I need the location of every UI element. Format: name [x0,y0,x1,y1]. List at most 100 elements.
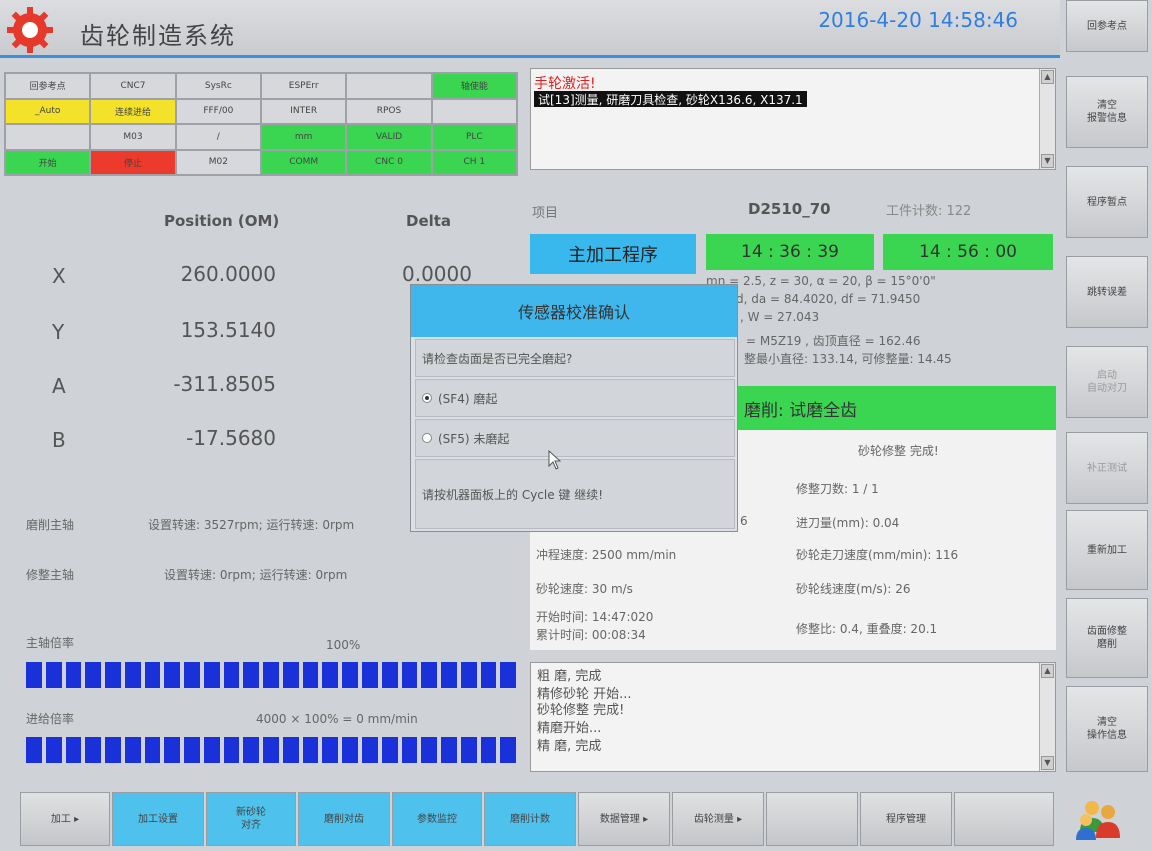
item-label: 项目 [532,206,559,221]
bar-segment [381,737,398,763]
bar-segment [243,737,260,763]
status-cell: VALID [347,125,431,149]
bar-segment [26,662,42,688]
bar-segment [362,662,378,688]
right-softkey-1[interactable]: 回参考点 [1066,0,1148,52]
bottom-softkey-2[interactable]: 加工设置 [112,792,204,846]
status-cell: COMM [262,150,346,174]
bottom-softkey-11[interactable] [954,792,1054,846]
bottom-softkey-9[interactable] [766,792,858,846]
spindle-override-percent: 100% [326,638,361,652]
log-scrollbar[interactable]: ▲ ▼ [1039,663,1055,771]
dress-count: 修整刀数: 1 / 1 [796,482,879,496]
bottom-softkey-10[interactable]: 程序管理 [860,792,952,846]
message-line: 试[13]测量, 研磨刀具检查, 砂轮X136.6, X137.1 [534,91,807,107]
datetime-display: 2016-4-20 14:58:46 [818,8,1018,32]
bar-segment [223,737,240,763]
pointer-cursor-icon [548,450,562,470]
status-cell [6,125,90,149]
status-cell: PLC [432,125,516,149]
bar-segment [302,737,319,763]
status-cell: / [176,125,260,149]
status-cell[interactable]: 开始 [6,150,90,174]
scroll-up-arrow-icon[interactable]: ▲ [1041,664,1054,678]
status-cell: _Auto [6,99,90,123]
bar-segment [124,737,141,763]
bottom-softkey-5[interactable]: 参数监控 [392,792,482,846]
bottom-softkey-4[interactable]: 磨削对齿 [298,792,390,846]
gear-param-line: = M5Z19 , 齿顶直径 = 162.46 [746,334,921,348]
bar-segment [263,737,279,763]
axis-x-label: X [52,264,66,288]
gear-param-line: , W = 27.043 [740,310,820,324]
scroll-down-arrow-icon[interactable]: ▼ [1041,756,1054,770]
main-program-button[interactable]: 主加工程序 [530,234,696,274]
bottom-softkey-7[interactable]: 数据管理 ▸ [578,792,670,846]
log-line: 精 磨, 完成 [537,739,602,754]
bar-segment [460,662,477,688]
option-sf5-label: (SF5) 未磨起 [438,431,510,446]
message-scrollbar[interactable]: ▲ ▼ [1039,69,1055,169]
radio-icon[interactable] [422,433,432,443]
radio-selected-icon[interactable] [422,393,432,403]
log-line: 精磨开始... [537,721,602,736]
status-cell: INTER [262,99,346,123]
right-softkey-9[interactable]: 清空 操作信息 [1066,686,1148,772]
status-cell: 连续进给 [91,99,175,123]
status-cell: FFF/00 [176,99,260,123]
option-sf4[interactable]: (SF4) 磨起 [415,379,735,417]
bar-segment [441,737,457,763]
right-softkey-4[interactable]: 跳转误差 [1066,256,1148,328]
users-icon[interactable] [1074,796,1124,842]
bar-segment [342,737,359,763]
bar-segment [500,737,517,763]
feed-override-bar [26,737,517,763]
bottom-softkey-6[interactable]: 磨削计数 [484,792,576,846]
right-softkey-3[interactable]: 程序暂点 [1066,166,1148,238]
bar-segment [85,737,102,763]
bottom-softkey-bar: 加工 ▸ 加工设置 新砂轮 对齐 磨削对齿 参数监控 磨削计数 数据管理 ▸ 齿轮测量 ▸ 程序… [0,788,1068,851]
scroll-down-arrow-icon[interactable]: ▼ [1041,154,1054,168]
right-softkey-5[interactable]: 启动 自动对刀 [1066,346,1148,418]
bar-segment [322,662,339,688]
end-time-display: 14 : 56 : 00 [883,234,1053,270]
gear-logo-icon [7,7,53,53]
option-sf5[interactable]: (SF5) 未磨起 [415,419,735,457]
spindle-override-label: 主轴倍率 [26,636,75,650]
operation-log: 粗 磨, 完成 精修砂轮 开始... 砂轮修整 完成! 精磨开始... 精 磨,… [530,662,1056,772]
program-name: D2510_70 [748,200,831,218]
title-bar: 齿轮制造系统 2016-4-20 14:58:46 [0,0,1068,58]
status-cell: 轴使能 [432,74,516,98]
spindle-override-bar [26,662,517,688]
start-time-display: 14 : 36 : 39 [706,234,874,270]
dress-ratio: 修整比: 0.4, 重叠度: 20.1 [796,622,938,636]
bottom-softkey-1[interactable]: 加工 ▸ [20,792,110,846]
message-box: 手轮激活! 试[13]测量, 研磨刀具检查, 砂轮X136.6, X137.1 … [530,68,1056,170]
log-line: 砂轮修整 完成! [537,703,625,718]
bottom-softkey-3[interactable]: 新砂轮 对齐 [206,792,296,846]
status-cell: M02 [176,150,260,174]
bar-segment [184,662,200,688]
bottom-softkey-8[interactable]: 齿轮测量 ▸ [672,792,764,846]
right-softkey-6[interactable]: 补正测试 [1066,432,1148,504]
bar-segment [362,737,378,763]
dialog-title: 传感器校准确认 [411,285,737,337]
bar-segment [421,662,438,688]
right-softkey-7[interactable]: 重新加工 [1066,510,1148,590]
wheel-speed: 砂轮速度: 30 m/s [536,582,633,596]
status-grid: 回参考点 CNC7 SysRc ESPErr 轴使能 _Auto 连续进给 FFF/00 INT… [4,72,518,176]
right-softkey-2[interactable]: 清空 报警信息 [1066,76,1148,148]
right-softkey-8[interactable]: 齿面修整 磨削 [1066,598,1148,678]
delta-x-value: 0.0000 [402,262,472,286]
log-line: 粗 磨, 完成 [537,669,602,684]
status-cell[interactable]: 停止 [91,150,175,174]
status-cell [347,74,431,98]
bar-segment [302,662,319,688]
bar-segment [441,662,457,688]
bar-segment [263,662,279,688]
gear-param-line: d, da = 84.4020, df = 71.9450 [736,292,921,306]
scroll-up-arrow-icon[interactable]: ▲ [1041,70,1054,84]
bar-segment [144,737,161,763]
bar-segment [421,737,438,763]
bar-segment [401,737,418,763]
